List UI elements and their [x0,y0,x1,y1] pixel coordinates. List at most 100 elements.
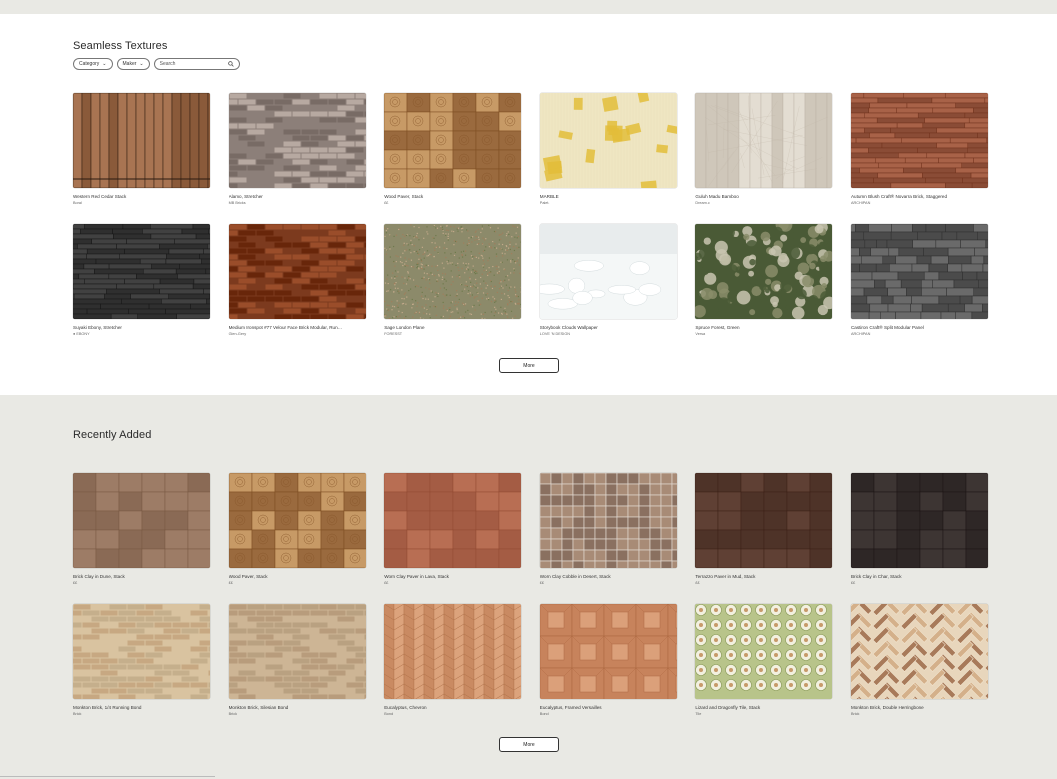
texture-thumbnail[interactable] [695,224,833,319]
texture-thumbnail[interactable] [384,224,522,319]
texture-thumbnail[interactable] [695,93,833,188]
texture-thumbnail[interactable] [73,604,210,699]
maker-filter[interactable]: Maker ⌄ [116,58,150,70]
texture-card[interactable]: Alamo, Stretcher MB Bricks [228,93,366,224]
texture-thumbnail[interactable] [228,93,366,188]
texture-title[interactable]: Storybook Clouds Wallpaper [540,325,677,330]
texture-maker[interactable]: Bond [384,712,521,716]
texture-title[interactable]: Monkton Brick, Silesian Bond [229,705,366,710]
texture-thumbnail[interactable] [73,473,210,568]
texture-card[interactable]: Suyaki Ebony, Stretcher ● EBONY [73,224,210,355]
texture-thumbnail[interactable] [850,224,988,319]
texture-maker[interactable]: ARCHIPAN [851,201,988,205]
texture-card[interactable]: Lizard and Dragonfly Tile, Stack Tile [695,604,833,735]
texture-thumbnail[interactable] [695,604,833,699]
texture-maker[interactable]: ££ [229,581,366,585]
texture-maker[interactable]: Brick [73,712,210,716]
texture-card[interactable]: Eucalyptus, Chevron Bond [384,604,522,735]
texture-card[interactable]: Terrazzo Paver in Mud, Stack ££ [695,473,833,604]
texture-maker[interactable]: ££ [695,581,832,585]
texture-maker[interactable]: Palet. [540,201,677,205]
texture-maker[interactable]: ££ [384,201,521,205]
texture-card[interactable]: Worn Clay Cobble in Desert, Stack ££ [539,473,677,604]
texture-title[interactable]: Lizard and Dragonfly Tile, Stack [695,705,832,710]
texture-maker[interactable]: ££ [384,581,521,585]
texture-title[interactable]: MARBLE [540,194,677,199]
texture-title[interactable]: Brick Clay in Dune, Stack [73,574,210,579]
texture-title[interactable]: Terrazzo Paver in Mud, Stack [695,574,832,579]
texture-card[interactable]: Spruce Forest, Green Versa [695,224,833,355]
texture-thumbnail[interactable] [73,224,210,319]
texture-maker[interactable]: LOVE 'N DESIGN [540,332,677,336]
texture-thumbnail[interactable] [539,473,677,568]
texture-maker[interactable]: ARCHIPAN [851,332,988,336]
texture-title[interactable]: Autumn Blush Craft® Novarra Brick, Stagg… [851,194,988,199]
texture-title[interactable]: Worn Clay Paver in Lava, Stack [384,574,521,579]
texture-card[interactable]: Castiron Craft® Split Modular Panel ARCHI… [850,224,988,355]
texture-thumbnail[interactable] [850,604,988,699]
more-button[interactable]: More [499,358,559,373]
texture-thumbnail[interactable] [850,473,988,568]
texture-title[interactable]: Castiron Craft® Split Modular Panel [851,325,988,330]
texture-maker[interactable]: ££ [540,581,677,585]
texture-card[interactable]: Wood Paver, Stack ££ [228,473,366,604]
texture-maker[interactable]: Glen-Gery [229,332,366,336]
texture-card[interactable]: Monkton Brick, Silesian Bond Brick [228,604,366,735]
category-filter[interactable]: Category ⌄ [73,58,113,70]
texture-card[interactable]: Brick Clay in Char, Stack ££ [850,473,988,604]
texture-card[interactable]: MARBLE Palet. [539,93,677,224]
texture-maker[interactable]: Versa [695,332,832,336]
texture-card[interactable]: Sage London Plane FORESST [384,224,522,355]
texture-thumbnail[interactable] [384,604,522,699]
texture-title[interactable]: Sage London Plane [384,325,521,330]
texture-title[interactable]: Western Red Cedar Stack [73,194,210,199]
texture-card[interactable]: Western Red Cedar Stack Boral [73,93,210,224]
texture-title[interactable]: Wood Paver, Stack [229,574,366,579]
texture-title[interactable]: Monkton Brick, 1/4 Running Bond [73,705,210,710]
texture-maker[interactable]: ££ [851,581,988,585]
texture-title[interactable]: Wood Paver, Stack [384,194,521,199]
search-input[interactable]: Search [153,58,240,70]
texture-maker[interactable]: Brick [229,712,366,716]
texture-maker[interactable]: ££ [73,581,210,585]
texture-maker[interactable]: MB Bricks [229,201,366,205]
texture-title[interactable]: Monkton Brick, Double Herringbone [851,705,988,710]
texture-maker[interactable]: Tile [695,712,832,716]
texture-maker[interactable]: Boral [73,201,210,205]
texture-card[interactable]: Monkton Brick, 1/4 Running Bond Brick [73,604,210,735]
texture-maker[interactable]: Dream.c [695,201,832,205]
texture-thumbnail[interactable] [539,224,677,319]
texture-card[interactable]: Eucalyptus, Framed Versailles Bond [539,604,677,735]
texture-card[interactable]: Brick Clay in Dune, Stack ££ [73,473,210,604]
texture-card[interactable]: Monkton Brick, Double Herringbone Brick [850,604,988,735]
texture-title[interactable]: Guluh Madu Bamboo [695,194,832,199]
texture-title[interactable]: Suyaki Ebony, Stretcher [73,325,210,330]
texture-title[interactable]: Brick Clay in Char, Stack [851,574,988,579]
texture-card[interactable]: Autumn Blush Craft® Novarra Brick, Stagg… [850,93,988,224]
texture-thumbnail[interactable] [73,93,210,188]
texture-card[interactable]: Storybook Clouds Wallpaper LOVE 'N DESIGN [539,224,677,355]
texture-maker[interactable]: ● EBONY [73,332,210,336]
texture-thumbnail[interactable] [850,93,988,188]
texture-thumbnail[interactable] [384,93,522,188]
texture-card[interactable]: Worn Clay Paver in Lava, Stack ££ [384,473,522,604]
texture-maker[interactable]: Bond [540,712,677,716]
texture-thumbnail[interactable] [228,604,366,699]
more-button[interactable]: More [499,737,559,752]
texture-title[interactable]: Worn Clay Cobble in Desert, Stack [540,574,677,579]
texture-thumbnail[interactable] [228,224,366,319]
texture-title[interactable]: Eucalyptus, Framed Versailles [540,705,677,710]
texture-thumbnail[interactable] [539,93,677,188]
texture-title[interactable]: Medium Ironspot #77 Velour Face Brick Mo… [229,325,366,330]
texture-thumbnail[interactable] [539,604,677,699]
texture-card[interactable]: Guluh Madu Bamboo Dream.c [695,93,833,224]
texture-maker[interactable]: FORESST [384,332,521,336]
texture-title[interactable]: Eucalyptus, Chevron [384,705,521,710]
texture-thumbnail[interactable] [228,473,366,568]
texture-card[interactable]: Wood Paver, Stack ££ [384,93,522,224]
texture-maker[interactable]: Brick [851,712,988,716]
texture-thumbnail[interactable] [695,473,833,568]
texture-title[interactable]: Alamo, Stretcher [229,194,366,199]
texture-card[interactable]: Medium Ironspot #77 Velour Face Brick Mo… [228,224,366,355]
texture-title[interactable]: Spruce Forest, Green [695,325,832,330]
